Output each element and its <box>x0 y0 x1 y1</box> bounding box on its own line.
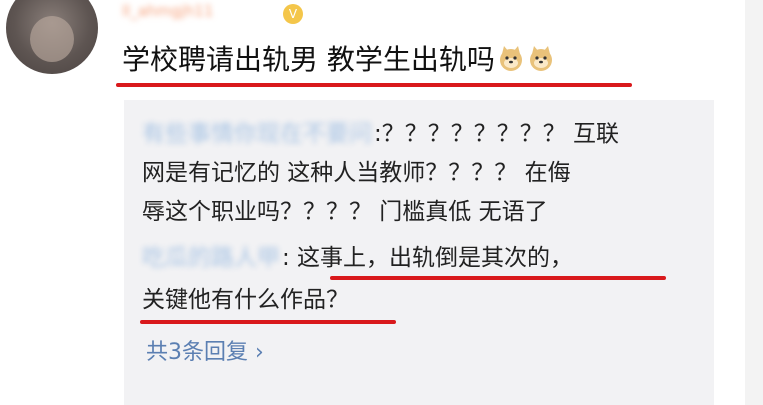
reply-line: 网是有记忆的 这种人当教师？？？？ 在侮 <box>142 160 571 186</box>
reply-text: : 这事上，出轨倒是其次的， <box>282 245 574 271</box>
post-text: 学校聘请出轨男 教学生出轨吗 <box>122 40 555 80</box>
reply-text: :？？？？？？？？ 互联 <box>374 121 620 147</box>
post-text-content: 学校聘请出轨男 教学生出轨吗 <box>122 43 495 76</box>
doge-emoji-icon <box>499 46 522 71</box>
reply-author[interactable]: 吃瓜的路人甲 <box>142 240 280 276</box>
doge-emoji-icon <box>529 46 552 71</box>
annotation-underline <box>116 83 632 87</box>
annotation-underline <box>330 276 666 280</box>
reply-line: ​有些事情你现在不要问:？？？？？？？？ 互联 <box>142 116 619 152</box>
scrollbar-track[interactable] <box>745 0 763 405</box>
more-replies-link[interactable]: 共3条回复 › <box>146 335 264 371</box>
annotation-underline <box>140 320 396 324</box>
avatar[interactable] <box>6 0 98 74</box>
reply-line: 吃瓜的路人甲: 这事上，出轨倒是其次的， <box>142 240 573 276</box>
reply-line: 辱这个职业吗？？？？ 门槛真低 无语了 <box>142 199 548 225</box>
vip-badge-icon: V <box>283 4 303 24</box>
reply-line: 关键他有什么作品？ <box>142 287 349 313</box>
reply-author[interactable]: ​有些事情你现在不要问 <box>142 116 372 152</box>
username[interactable]: ll_ahmgjh11 <box>122 0 213 22</box>
avatar-face <box>30 16 74 62</box>
